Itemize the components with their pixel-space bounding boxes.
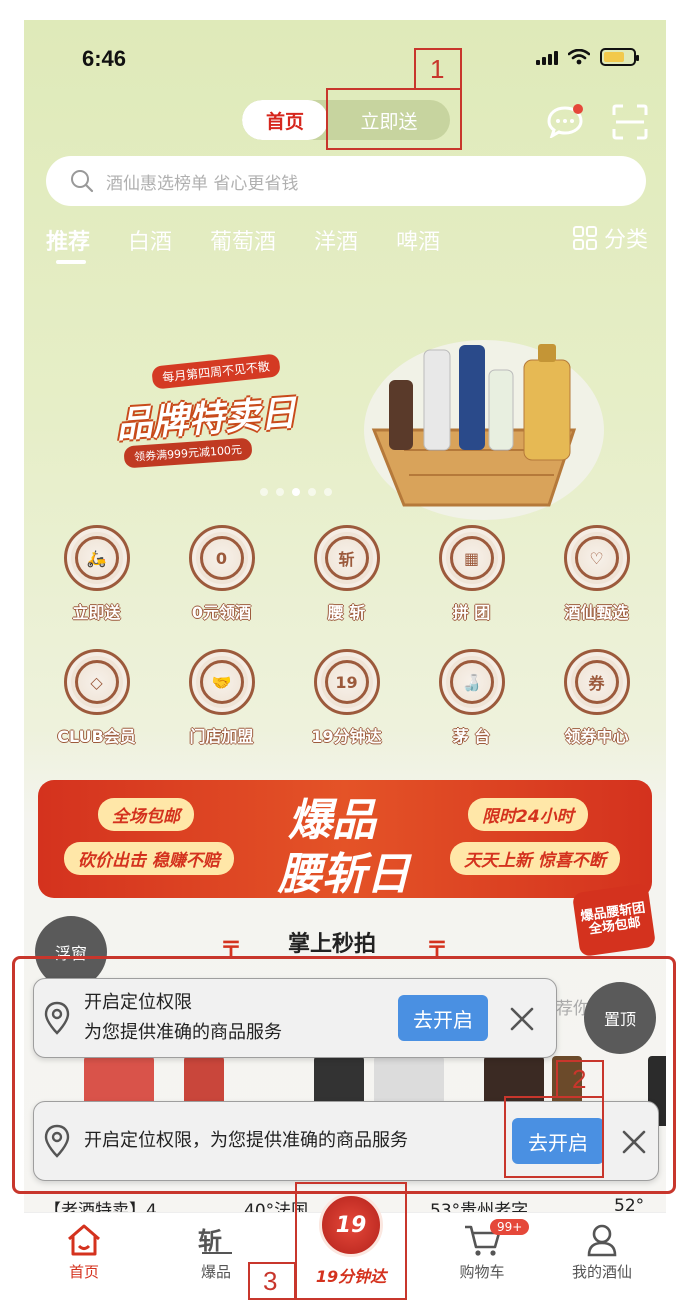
annotation-number-2: 2	[572, 1064, 587, 1094]
message-icon[interactable]	[546, 104, 584, 138]
grid-label: 门店加盟	[189, 727, 254, 746]
grid-item-selection[interactable]: ♡ 酒仙甄选	[534, 525, 659, 623]
annotation-number-3: 3	[263, 1266, 278, 1296]
banner-pagination	[260, 488, 332, 496]
grid-item-free-wine[interactable]: 0 0元领酒	[159, 525, 284, 623]
scan-icon[interactable]	[612, 104, 648, 140]
delivery-scooter-icon: 🛵	[63, 525, 130, 591]
search-placeholder: 酒仙惠选榜单 省心更省钱	[106, 173, 299, 194]
home-icon	[68, 1224, 100, 1256]
promo-tag-new: 天天上新 惊喜不断	[450, 842, 620, 875]
hot-product-icon: 斩	[198, 1227, 232, 1255]
grid-label: CLUB会员	[57, 727, 136, 746]
grid-label: 腰 斩	[327, 603, 366, 622]
tab-bar-home[interactable]: 首页	[34, 1223, 134, 1282]
category-tab-beer[interactable]: 啤酒	[396, 224, 440, 256]
grid-item-half-price[interactable]: 斩 腰 斩	[284, 525, 409, 623]
annotation-box-2	[504, 1096, 604, 1178]
category-tabs: 推荐 白酒 葡萄酒 洋酒 啤酒 分类	[46, 220, 656, 264]
grid-item-coupon-center[interactable]: 券 领券中心	[534, 649, 659, 747]
category-more-label: 分类	[603, 228, 648, 253]
zero-icon: 0	[188, 525, 255, 591]
grid-label: 0元领酒	[191, 603, 252, 622]
tab-bar-hot-label: 爆品	[200, 1263, 231, 1281]
svg-text:斩: 斩	[198, 1227, 222, 1255]
tab-bar-cart[interactable]: 99+ 购物车	[432, 1219, 532, 1282]
feature-grid: 🛵 立即送 0 0元领酒 斩 腰 斩 ▦ 拼 团 ♡ 酒仙甄选 ◇ CLUB会员…	[34, 525, 659, 747]
grid-item-19min[interactable]: 19 19分钟达	[284, 649, 409, 747]
annotation-number-1: 1	[430, 54, 445, 84]
handshake-icon: 🤝	[188, 649, 255, 715]
hero-banner[interactable]: 每月第四周不见不散 品牌特卖日 领券满999元减100元	[24, 300, 666, 520]
grid-label: 领券中心	[564, 727, 629, 746]
tab-bar-cart-label: 购物车	[459, 1263, 505, 1281]
grid-label: 19分钟达	[311, 727, 382, 746]
tab-bar-home-label: 首页	[68, 1263, 99, 1281]
promo-tag-limited: 限时24小时	[468, 798, 588, 831]
category-tab-spirits[interactable]: 洋酒	[314, 224, 358, 256]
user-icon	[587, 1224, 617, 1257]
battery-icon	[600, 48, 639, 66]
bottle-icon: 🍶	[438, 649, 505, 715]
diamond-icon: ◇	[63, 649, 130, 715]
grid-label: 拼 团	[452, 603, 491, 622]
promo-badge[interactable]: 爆品腰斩团全场包邮	[571, 883, 657, 957]
category-more[interactable]: 分类	[572, 222, 648, 254]
annotation-box-3	[295, 1182, 407, 1300]
promo-title-line2: 腰斩日	[278, 849, 410, 898]
coupon-icon: 券	[563, 649, 630, 715]
nineteen-min-icon: 19	[313, 649, 380, 715]
tab-home[interactable]: 首页	[242, 100, 328, 140]
cellular-signal-icon	[536, 49, 558, 65]
grid-label: 茅 台	[452, 727, 491, 746]
banner-title: 品牌特卖日	[115, 392, 298, 447]
tab-bar-mine[interactable]: 我的酒仙	[552, 1223, 652, 1282]
grid-item-club-member[interactable]: ◇ CLUB会员	[34, 649, 159, 747]
grid-label: 立即送	[72, 603, 121, 622]
grid-item-franchise[interactable]: 🤝 门店加盟	[159, 649, 284, 747]
promo-tag-free-shipping: 全场包邮	[98, 798, 194, 831]
group-grid-icon: ▦	[438, 525, 505, 591]
search-icon	[71, 170, 94, 193]
category-tab-recommend[interactable]: 推荐	[46, 224, 90, 264]
banner-gift-basket-image	[364, 340, 604, 520]
status-icons	[536, 48, 639, 66]
section-title: 掌上秒拍	[288, 932, 377, 957]
search-bar[interactable]: 酒仙惠选榜单 省心更省钱	[46, 156, 646, 206]
grid-icon	[572, 226, 597, 250]
cut-icon: 斩	[313, 525, 380, 591]
annotation-box-1	[326, 88, 462, 150]
category-tab-baijiu[interactable]: 白酒	[128, 224, 172, 256]
banner-subtitle: 每月第四周不见不散	[151, 353, 281, 390]
promo-banner[interactable]: 全场包邮 砍价出击 稳赚不赔 爆品 腰斩日 限时24小时 天天上新 惊喜不断	[38, 780, 652, 898]
grid-item-instant-delivery[interactable]: 🛵 立即送	[34, 525, 159, 623]
promo-tag-bargain: 砍价出击 稳赚不赔	[64, 842, 234, 875]
grid-label: 酒仙甄选	[564, 603, 629, 622]
status-time: 6:46	[82, 46, 127, 71]
cart-badge: 99+	[490, 1219, 530, 1235]
tab-bar-mine-label: 我的酒仙	[571, 1263, 632, 1281]
heart-icon: ♡	[563, 525, 630, 591]
category-tab-wine[interactable]: 葡萄酒	[210, 224, 276, 256]
wifi-icon	[568, 49, 590, 65]
grid-item-group-buy[interactable]: ▦ 拼 团	[409, 525, 534, 623]
grid-item-moutai[interactable]: 🍶 茅 台	[409, 649, 534, 747]
